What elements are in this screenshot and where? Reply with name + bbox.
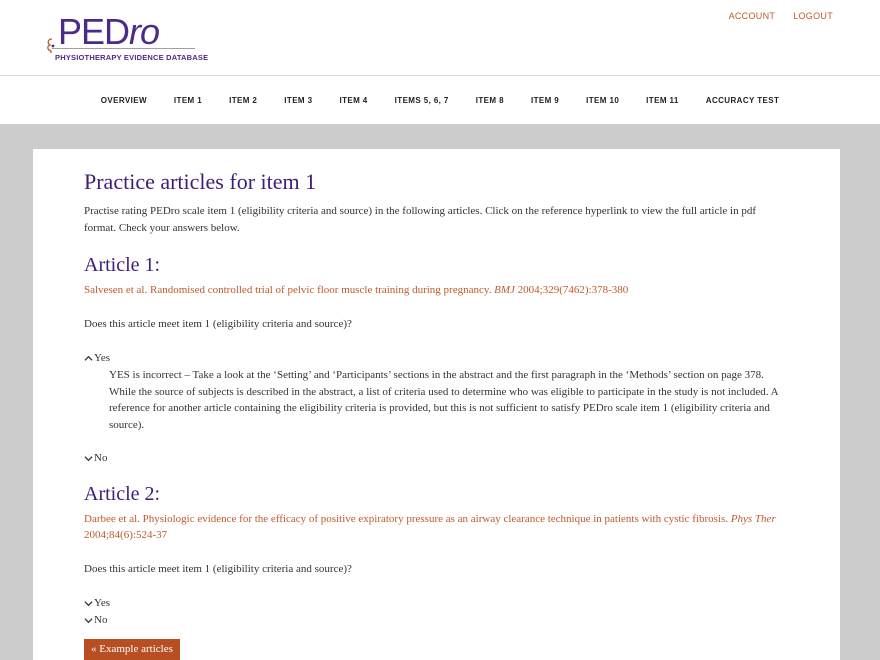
logo-wordmark: PEDro (58, 11, 160, 52)
logo-divider (52, 48, 195, 49)
nav-item-overview[interactable]: OVERVIEW (87, 96, 160, 105)
page-title: Practice articles for item 1 (84, 169, 317, 194)
article-1-question: Does this article meet item 1 (eligibili… (84, 318, 352, 330)
article-2-yes-toggle[interactable]: Yes (84, 595, 790, 612)
chevron-down-icon (84, 618, 93, 624)
nav-item-item-11[interactable]: ITEM 11 (633, 96, 693, 105)
nav-item-item-4[interactable]: ITEM 4 (326, 96, 381, 105)
main-nav: OVERVIEW ITEM 1 ITEM 2 ITEM 3 ITEM 4 ITE… (0, 76, 880, 124)
article-1-yes-label: Yes (94, 352, 111, 364)
nav-item-item-9[interactable]: ITEM 9 (517, 96, 572, 105)
article-2-no-toggle[interactable]: No (84, 612, 790, 629)
chevron-up-icon (84, 355, 93, 361)
account-links: ACCOUNT LOGOUT (729, 11, 833, 21)
chevron-down-icon (84, 456, 93, 462)
logo-mark-icon (47, 38, 55, 53)
nav-item-items-5-6-7[interactable]: ITEMS 5, 6, 7 (381, 96, 462, 105)
article-1-reference-link[interactable]: Salvesen et al. Randomised controlled tr… (84, 282, 784, 298)
nav-item-item-3[interactable]: ITEM 3 (271, 96, 326, 105)
logo-tagline: PHYSIOTHERAPY EVIDENCE DATABASE (55, 53, 209, 62)
nav-item-accuracy-test[interactable]: ACCURACY TEST (692, 96, 793, 105)
article-1-no-toggle[interactable]: No (84, 450, 790, 467)
article-2-no-label: No (94, 614, 108, 626)
intro-text: Practise rating PEDro scale item 1 (elig… (84, 205, 756, 234)
pedro-logo[interactable]: PEDro PHYSIOTHERAPY EVIDENCE DATABASE (46, 11, 209, 64)
nav-item-item-10[interactable]: ITEM 10 (573, 96, 633, 105)
logout-link[interactable]: LOGOUT (793, 11, 833, 21)
nav-item-item-1[interactable]: ITEM 1 (160, 96, 215, 105)
nav-item-item-8[interactable]: ITEM 8 (462, 96, 517, 105)
article-1-heading: Article 1: (84, 254, 161, 276)
site-header: PEDro PHYSIOTHERAPY EVIDENCE DATABASE AC… (0, 0, 880, 76)
article-2-heading: Article 2: (84, 483, 161, 505)
article-2-yes-label: Yes (94, 597, 111, 609)
article-1-yes-answer: YES is incorrect – Take a look at the ‘S… (109, 369, 778, 431)
content-panel: Practice articles for item 1 Practise ra… (33, 149, 840, 660)
article-1-no-label: No (94, 452, 108, 464)
article-2-reference-link[interactable]: Darbee et al. Physiologic evidence for t… (84, 511, 784, 543)
nav-item-item-2[interactable]: ITEM 2 (216, 96, 271, 105)
article-1-yes-toggle[interactable]: Yes (84, 350, 790, 367)
article-2-question: Does this article meet item 1 (eligibili… (84, 563, 352, 575)
chevron-down-icon (84, 601, 93, 607)
example-articles-button[interactable]: « Example articles (84, 639, 180, 660)
account-link[interactable]: ACCOUNT (729, 11, 776, 21)
